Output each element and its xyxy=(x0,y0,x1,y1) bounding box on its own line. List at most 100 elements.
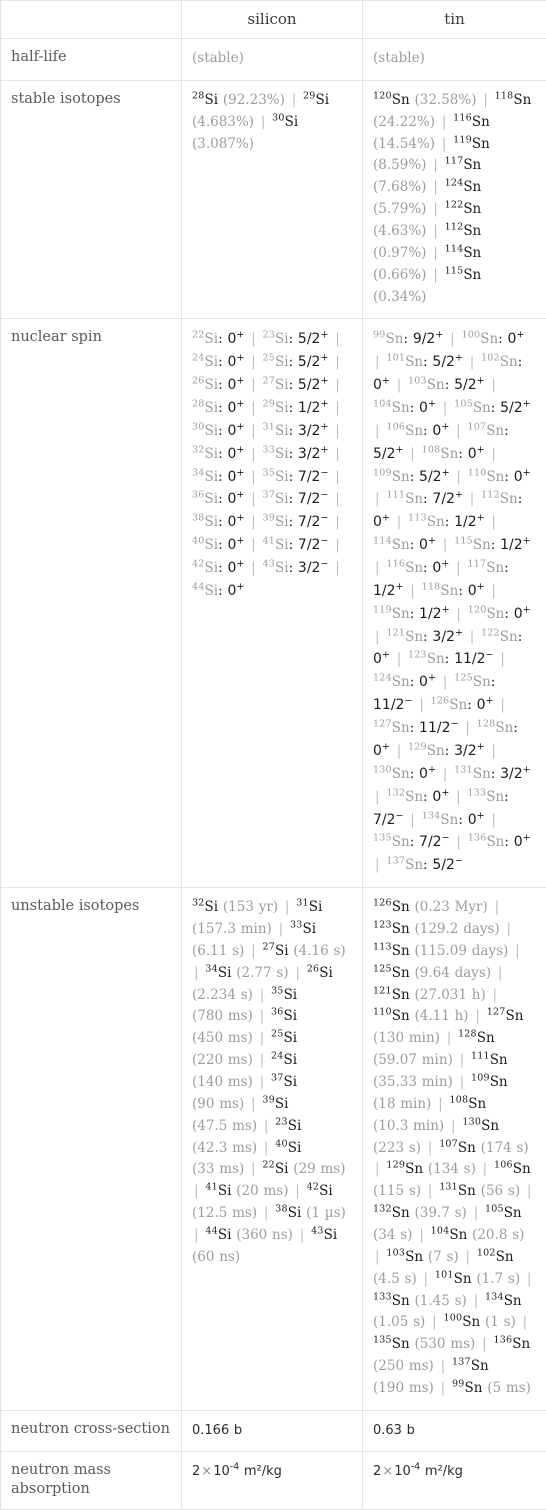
spin-parity: + xyxy=(236,490,244,501)
mass-number: 29 xyxy=(303,90,316,101)
mass-number: 30 xyxy=(192,421,205,432)
cell-text: (stable) xyxy=(192,50,244,66)
element-symbol: Si xyxy=(275,560,289,576)
mass-number: 111 xyxy=(386,490,405,501)
isotope-symbol: 30Si xyxy=(272,114,298,130)
spin-colon: : xyxy=(458,812,463,828)
element-symbol: Si xyxy=(275,354,289,370)
isotope-value: (153 yr) xyxy=(223,899,278,915)
isotope-symbol: 111Sn xyxy=(386,491,423,507)
element-symbol: Sn xyxy=(427,377,445,393)
isotope-value: (60 ns) xyxy=(192,1249,240,1265)
element-symbol: Sn xyxy=(392,1293,410,1309)
spin-parity: + xyxy=(428,398,436,409)
table-row: nuclear spin22Si: 0+ | 23Si: 5/2+ | 24Si… xyxy=(1,319,546,888)
isotope-symbol: 126Sn xyxy=(431,697,468,713)
mass-number: 24 xyxy=(271,1051,284,1062)
element-symbol: Sn xyxy=(392,1008,410,1024)
isotope-symbol: 22Si xyxy=(192,331,218,347)
list-separator: | xyxy=(422,1271,431,1287)
list-separator: | xyxy=(333,537,342,553)
spin-colon: : xyxy=(504,423,509,439)
isotope-symbol: 104Sn xyxy=(373,400,410,416)
isotope-value: (1.05 s) xyxy=(373,1314,425,1330)
list-separator: | xyxy=(454,789,463,805)
isotope-symbol: 33Si xyxy=(262,446,288,462)
element-symbol: Si xyxy=(275,491,289,507)
mass-number: 33 xyxy=(262,444,275,455)
isotope-value: (530 ms) xyxy=(414,1336,475,1352)
isotope-symbol: 114Sn xyxy=(445,245,482,261)
list-separator: | xyxy=(333,423,342,439)
isotope-symbol: 38Si xyxy=(192,514,218,530)
mass-number: 102 xyxy=(481,353,500,364)
mass-number: 136 xyxy=(493,1335,512,1346)
list-separator: | xyxy=(283,899,292,915)
cell-silicon-neutron-cross-section: 0.166 b xyxy=(182,1410,363,1451)
element-symbol: Si xyxy=(288,1118,302,1134)
isotope-symbol: 131Sn xyxy=(454,766,491,782)
unit: m²/kg xyxy=(425,1464,463,1479)
element-symbol: Sn xyxy=(392,899,410,915)
isotope-value: (1.45 s) xyxy=(414,1293,466,1309)
spin-colon: : xyxy=(518,354,523,370)
list-separator: | xyxy=(333,400,342,416)
list-separator: | xyxy=(333,354,342,370)
isotope-value: (7 s) xyxy=(428,1249,459,1265)
list-separator: | xyxy=(481,1161,490,1177)
isotope-symbol: 119Sn xyxy=(373,606,410,622)
spin-parity: + xyxy=(442,467,450,478)
mass-number: 22 xyxy=(262,1160,275,1171)
mass-number: 121 xyxy=(373,985,392,996)
isotope-symbol: 43Si xyxy=(311,1227,337,1243)
mass-number: 137 xyxy=(386,856,405,867)
element-symbol: Sn xyxy=(386,331,404,347)
list-separator: | xyxy=(373,1161,382,1177)
mass-number: 113 xyxy=(408,513,427,524)
mass-number: 34 xyxy=(192,467,205,478)
mass-number: 107 xyxy=(467,421,486,432)
element-symbol: Sn xyxy=(472,114,490,130)
spin-colon: : xyxy=(218,354,223,370)
list-separator: | xyxy=(373,1249,382,1265)
spin-colon: : xyxy=(218,377,223,393)
spin-value: 1/2+ xyxy=(454,514,485,530)
isotope-value: (129.2 days) xyxy=(414,921,499,937)
cell-text: (stable) xyxy=(373,50,425,66)
mass-number: 39 xyxy=(262,1094,275,1105)
mass-number: 124 xyxy=(373,673,392,684)
isotope-value: (56 s) xyxy=(481,1183,520,1199)
element-symbol: Si xyxy=(283,1074,297,1090)
element-symbol: Sn xyxy=(486,423,504,439)
element-symbol: Si xyxy=(283,1052,297,1068)
base: 10 xyxy=(394,1464,411,1479)
isotope-value: (0.23 Myr) xyxy=(414,899,487,915)
list-separator: | xyxy=(454,606,463,622)
list-separator: | xyxy=(441,537,450,553)
isotope-symbol: 137Sn xyxy=(452,1358,489,1374)
isotope-value: (220 ms) xyxy=(192,1052,253,1068)
mass-number: 111 xyxy=(471,1051,490,1062)
spin-parity: + xyxy=(382,376,390,387)
row-label: unstable isotopes xyxy=(1,888,182,1411)
element-symbol: Sn xyxy=(500,491,518,507)
mass-number: 31 xyxy=(262,421,275,432)
spin-value: 0+ xyxy=(514,606,531,622)
spin-parity: + xyxy=(428,673,436,684)
list-separator: | xyxy=(449,1118,458,1134)
mass-number: 129 xyxy=(408,741,427,752)
list-separator: | xyxy=(249,1161,258,1177)
spin-colon: : xyxy=(410,834,415,850)
isotope-value: (27.031 h) xyxy=(414,987,485,1003)
isotope-symbol: 112Sn xyxy=(481,491,518,507)
mass-number: 119 xyxy=(453,134,472,145)
isotope-value: (32.58%) xyxy=(414,92,476,108)
spin-value: 3/2+ xyxy=(432,629,463,645)
isotope-value: (5.79%) xyxy=(373,201,426,217)
spin-value: 0+ xyxy=(419,766,436,782)
cell-silicon-stable-isotopes: 28Si (92.23%) | 29Si (4.683%) | 30Si (3.… xyxy=(182,80,363,319)
isotope-symbol: 32Si xyxy=(192,899,218,915)
mass-number: 114 xyxy=(373,536,392,547)
spin-colon: : xyxy=(410,674,415,690)
scientific-value: 2×10-4 m²/kg xyxy=(373,1464,463,1479)
